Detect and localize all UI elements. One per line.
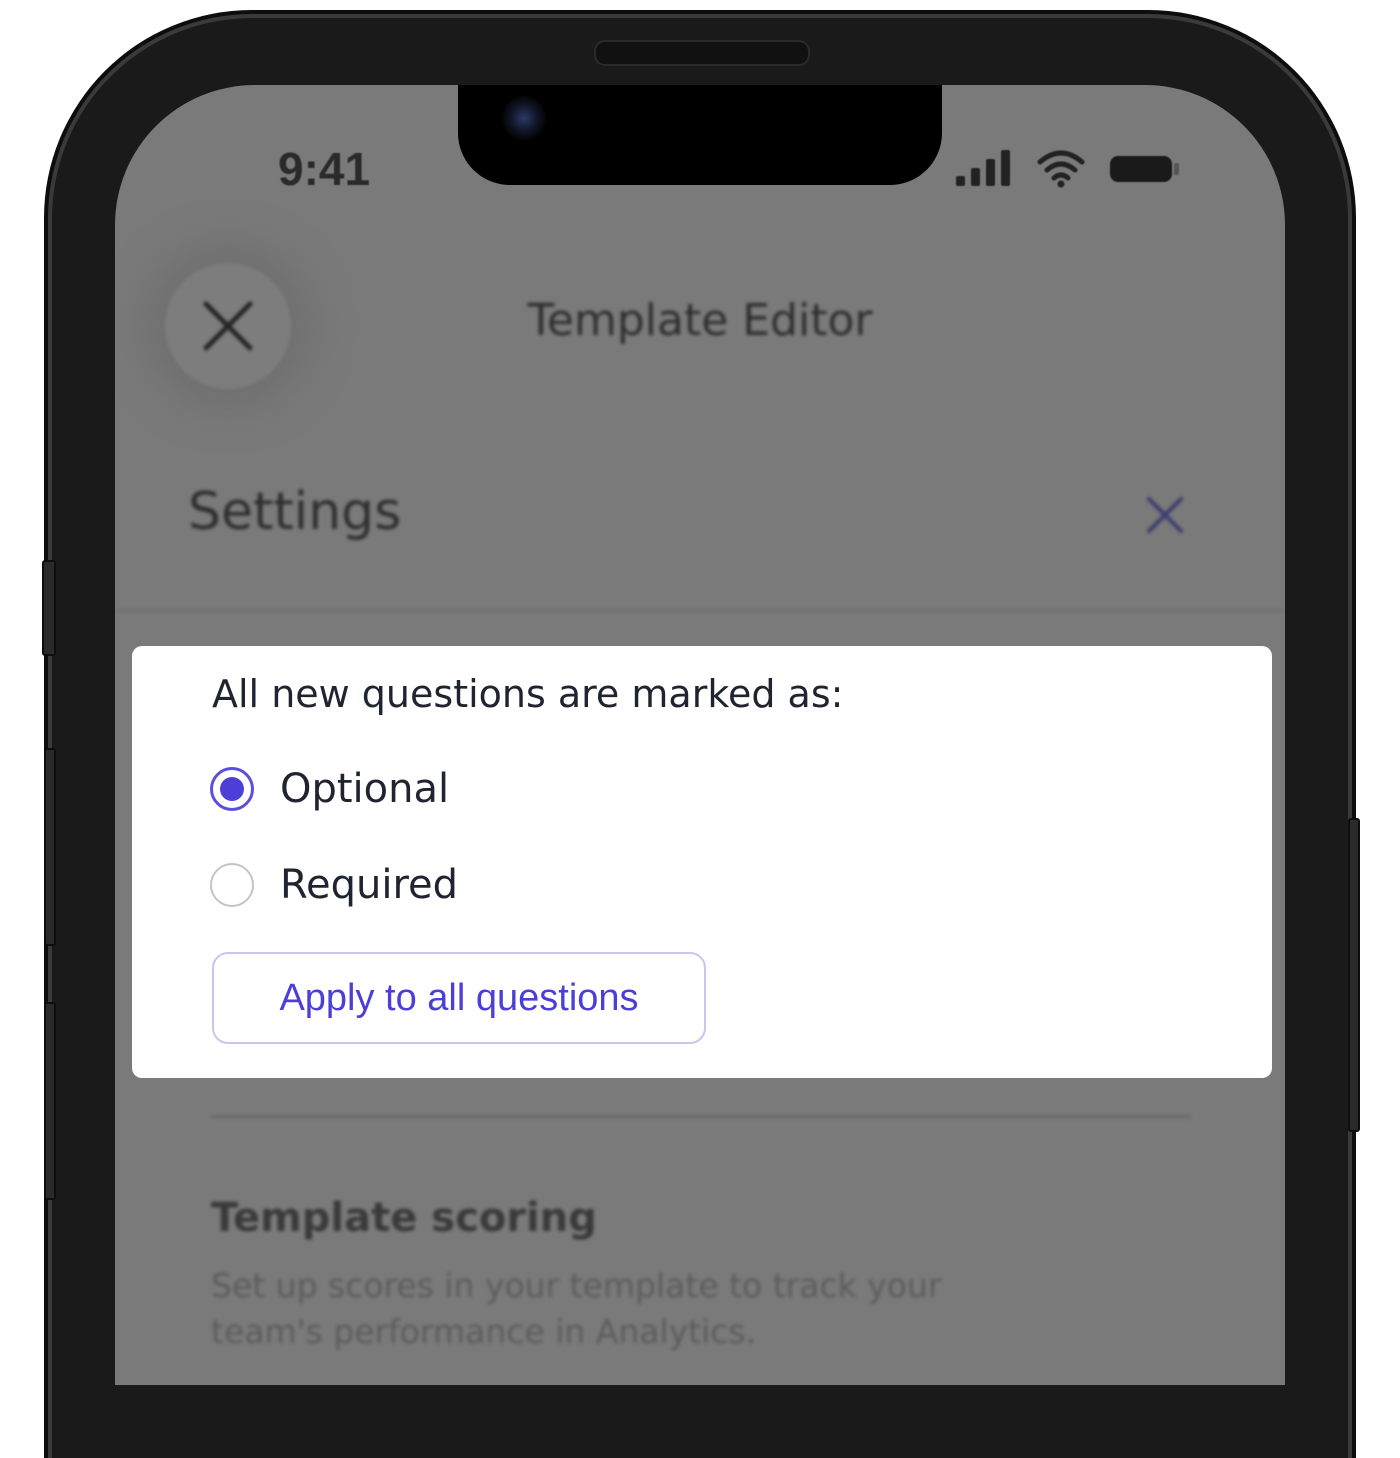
cellular-signal-icon: [956, 150, 1010, 186]
scoring-description: Set up scores in your template to track …: [211, 1266, 942, 1351]
speaker-grille: [594, 40, 810, 66]
sheet-label: All new questions are marked as:: [212, 672, 844, 716]
radio-option-required[interactable]: Required: [210, 862, 458, 908]
header-divider: [115, 609, 1285, 612]
radio-label-optional: Optional: [280, 766, 450, 812]
radio-selected-icon[interactable]: [210, 767, 254, 811]
status-icons: [954, 148, 1182, 188]
power-button: [1348, 818, 1360, 1132]
settings-title: Settings: [188, 482, 402, 542]
status-time: 9:41: [278, 143, 371, 195]
wifi-icon: [1037, 150, 1085, 188]
section-divider: [211, 1115, 1191, 1118]
page-title: Template Editor: [527, 295, 873, 346]
volume-up-button: [44, 748, 56, 946]
radio-unselected-icon[interactable]: [210, 863, 254, 907]
mute-switch: [42, 560, 56, 656]
radio-label-required: Required: [280, 862, 459, 908]
scoring-title: Template scoring: [211, 1195, 597, 1241]
settings-close-icon[interactable]: [1145, 495, 1185, 535]
required-settings-sheet: All new questions are marked as: Optiona…: [132, 646, 1272, 1078]
volume-down-button: [44, 1002, 56, 1200]
camera-icon: [502, 96, 546, 140]
apply-to-all-button[interactable]: Apply to all questions: [212, 952, 706, 1044]
radio-option-optional[interactable]: Optional: [210, 766, 449, 812]
battery-icon: [1110, 156, 1179, 182]
